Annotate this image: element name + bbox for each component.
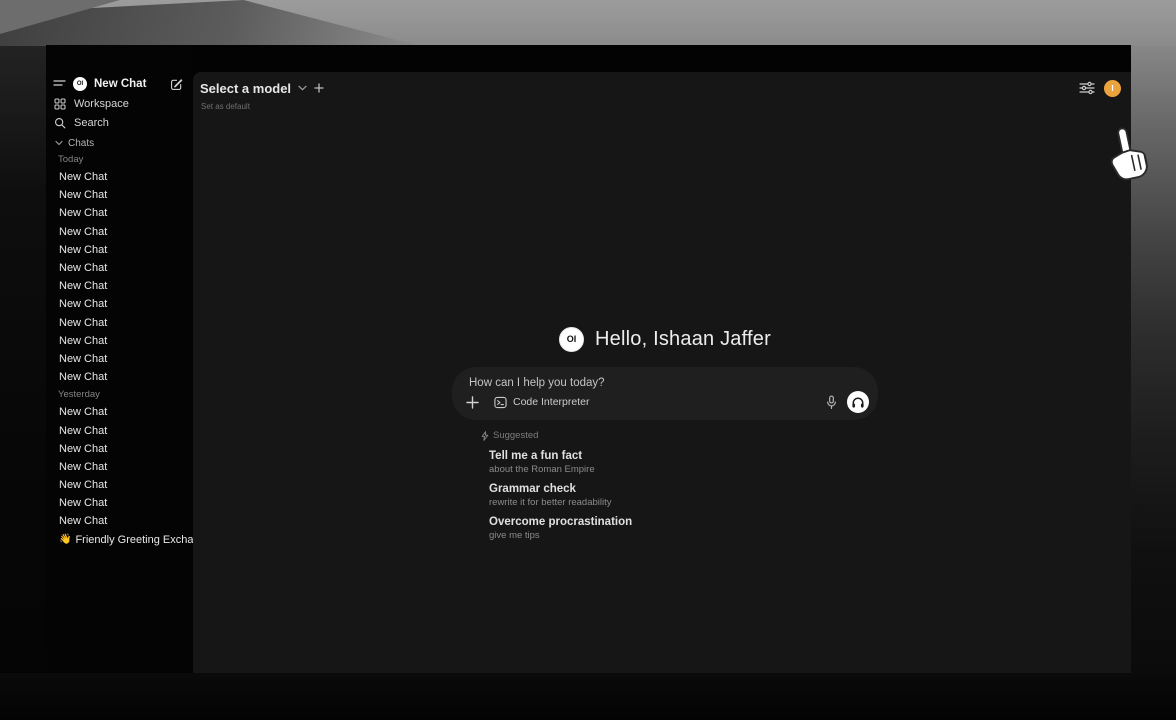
suggestion-subtitle: rewrite it for better readability bbox=[489, 497, 878, 508]
set-default-label[interactable]: Set as default bbox=[201, 102, 250, 111]
chat-list-item[interactable]: New Chat bbox=[46, 314, 193, 332]
sidebar: OI New Chat Workspace Search bbox=[46, 45, 193, 673]
menu-icon[interactable] bbox=[53, 79, 66, 89]
center-column: OI Hello, Ishaan Jaffer How can I help y… bbox=[452, 324, 878, 541]
new-chat-icon[interactable] bbox=[170, 78, 183, 91]
chat-list-item[interactable]: New Chat bbox=[46, 368, 193, 386]
chat-list-item[interactable]: New Chat bbox=[46, 440, 193, 458]
message-composer[interactable]: How can I help you today? Code Interpret… bbox=[452, 367, 878, 420]
composer-toolbar: Code Interpreter bbox=[464, 390, 869, 414]
sidebar-title: New Chat bbox=[94, 78, 146, 90]
chat-list-item[interactable]: New Chat bbox=[46, 350, 193, 368]
chevron-down-icon bbox=[55, 140, 63, 146]
desktop-wallpaper-bottom bbox=[0, 673, 1176, 720]
chat-list-item[interactable]: New Chat bbox=[46, 241, 193, 259]
attach-button[interactable] bbox=[464, 394, 480, 410]
bolt-icon bbox=[481, 431, 489, 441]
chat-list-item[interactable]: New Chat bbox=[46, 223, 193, 241]
code-interpreter-label: Code Interpreter bbox=[513, 396, 589, 408]
sidebar-item-label: Search bbox=[74, 117, 109, 129]
suggestion-item[interactable]: Grammar check rewrite it for better read… bbox=[481, 483, 878, 508]
suggestion-subtitle: about the Roman Empire bbox=[489, 464, 878, 475]
chat-list-item[interactable]: New Chat bbox=[46, 259, 193, 277]
code-interpreter-toggle[interactable]: Code Interpreter bbox=[494, 396, 589, 409]
search-icon bbox=[54, 117, 66, 129]
message-input[interactable]: How can I help you today? bbox=[469, 377, 605, 389]
chat-list-item[interactable]: New Chat bbox=[46, 403, 193, 421]
chat-list-item[interactable]: New Chat bbox=[46, 332, 193, 350]
chat-group-label: Today bbox=[46, 151, 193, 168]
chat-list-item[interactable]: New Chat bbox=[46, 494, 193, 512]
app-logo-icon: OI bbox=[73, 77, 87, 91]
sidebar-item-search[interactable]: Search bbox=[46, 115, 193, 131]
grid-icon bbox=[54, 98, 66, 110]
chat-list-item[interactable]: New Chat bbox=[46, 421, 193, 439]
suggestion-item[interactable]: Overcome procrastination give me tips bbox=[481, 516, 878, 541]
chat-title: Friendly Greeting Exchange bbox=[75, 534, 211, 546]
add-model-icon[interactable] bbox=[314, 83, 324, 93]
wave-emoji-icon: 👋 bbox=[59, 534, 71, 545]
suggestion-item[interactable]: Tell me a fun fact about the Roman Empir… bbox=[481, 450, 878, 475]
chat-list-item-special[interactable]: 👋Friendly Greeting Exchange bbox=[46, 531, 193, 549]
suggestion-title: Tell me a fun fact bbox=[489, 450, 878, 462]
mic-icon[interactable] bbox=[823, 393, 839, 411]
headphones-icon bbox=[851, 396, 865, 409]
chat-group-label: Yesterday bbox=[46, 386, 193, 403]
sidebar-item-label: Workspace bbox=[74, 98, 129, 110]
chat-groups: TodayNew ChatNew ChatNew ChatNew ChatNew… bbox=[46, 151, 193, 549]
voice-mode-button[interactable] bbox=[847, 391, 869, 413]
app-logo-icon: OI bbox=[559, 327, 584, 352]
desktop-wallpaper-right bbox=[1131, 46, 1176, 720]
desktop-wallpaper-left bbox=[0, 46, 46, 720]
suggestion-title: Grammar check bbox=[489, 483, 878, 495]
chat-list-item[interactable]: New Chat bbox=[46, 512, 193, 530]
suggestion-title: Overcome procrastination bbox=[489, 516, 878, 528]
chats-section-label: Chats bbox=[68, 138, 94, 149]
greeting-text: Hello, Ishaan Jaffer bbox=[595, 328, 771, 351]
suggested-label: Suggested bbox=[493, 430, 538, 441]
chat-list-item[interactable]: New Chat bbox=[46, 168, 193, 186]
terminal-icon bbox=[494, 396, 507, 409]
suggested-section: Suggested Tell me a fun fact about the R… bbox=[452, 429, 878, 541]
chats-section-toggle[interactable]: Chats bbox=[46, 135, 193, 151]
desktop: OI New Chat Workspace Search bbox=[0, 0, 1176, 720]
main-topbar: Select a model I bbox=[200, 78, 1121, 98]
greeting: OI Hello, Ishaan Jaffer bbox=[452, 324, 878, 354]
chat-list-item[interactable]: New Chat bbox=[46, 204, 193, 222]
chat-list-item[interactable]: New Chat bbox=[46, 295, 193, 313]
sliders-icon[interactable] bbox=[1079, 81, 1095, 95]
suggested-header: Suggested bbox=[481, 429, 878, 442]
app-window: OI New Chat Workspace Search bbox=[46, 45, 1131, 673]
chat-list-item[interactable]: New Chat bbox=[46, 476, 193, 494]
main-panel: Select a model I Set as default bbox=[193, 72, 1131, 673]
chat-list-item[interactable]: New Chat bbox=[46, 277, 193, 295]
suggestion-subtitle: give me tips bbox=[489, 530, 878, 541]
chevron-down-icon[interactable] bbox=[298, 85, 307, 91]
model-selector[interactable]: Select a model bbox=[200, 81, 291, 96]
avatar[interactable]: I bbox=[1104, 80, 1121, 97]
sidebar-item-workspace[interactable]: Workspace bbox=[46, 96, 193, 112]
sidebar-header: OI New Chat bbox=[46, 73, 193, 95]
chat-list-item[interactable]: New Chat bbox=[46, 458, 193, 476]
chat-list-item[interactable]: New Chat bbox=[46, 186, 193, 204]
